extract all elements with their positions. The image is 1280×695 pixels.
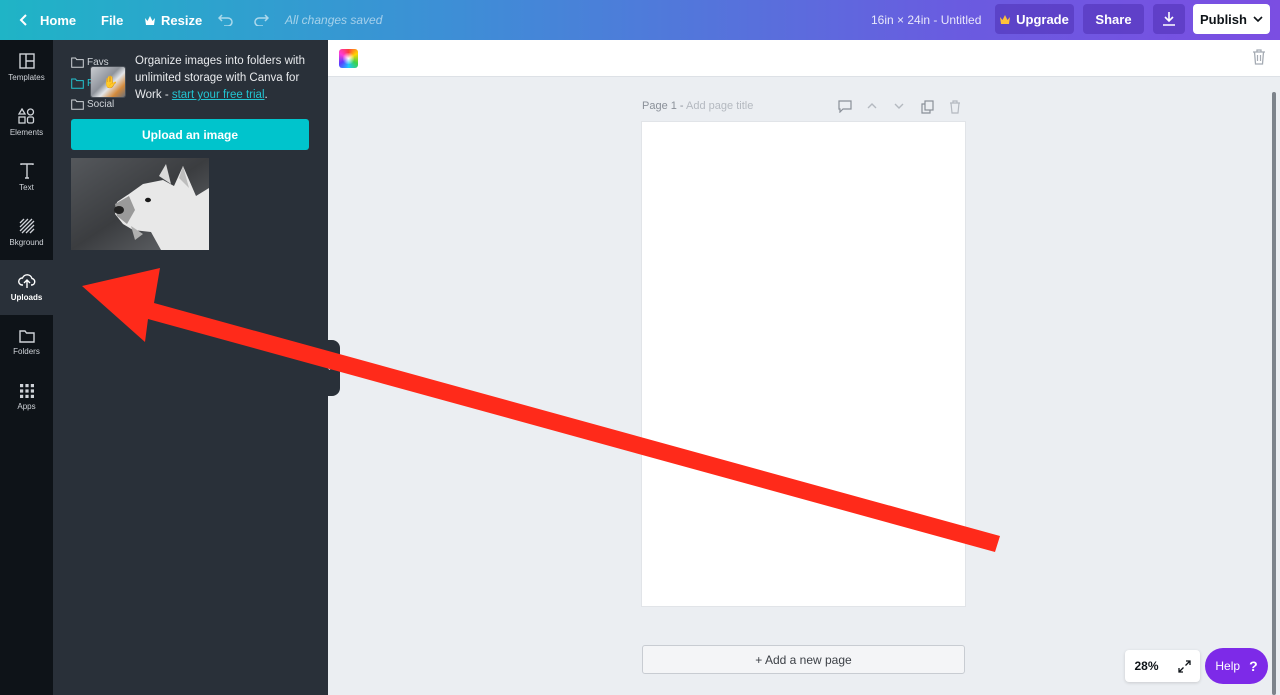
undo-icon [218,14,233,26]
folder-icon [18,330,35,343]
collapse-panel-button[interactable]: ‹ [318,340,340,396]
file-label: File [101,12,124,28]
rail-item-templates[interactable]: Templates [0,40,53,95]
download-icon [1163,12,1175,26]
elements-icon [18,108,35,124]
file-menu[interactable]: File [101,0,123,40]
promo-end: . [264,89,268,101]
rail-item-background[interactable]: Bkground [0,205,53,260]
dragged-image-thumbnail[interactable]: ✋ [91,67,125,97]
help-button[interactable]: Help ? [1205,648,1268,684]
rail-label-uploads: Uploads [10,293,43,302]
page-title-input[interactable]: Add page title [686,100,753,112]
publish-button[interactable]: Publish [1193,4,1270,34]
rail-label-folders: Folders [13,347,40,356]
help-label: Help [1215,659,1241,673]
rail-item-uploads[interactable]: Uploads [0,260,53,315]
rail-label-apps: Apps [17,402,36,411]
folder-icon [71,99,84,110]
upgrade-label: Upgrade [1016,11,1069,27]
apps-grid-icon [19,384,34,398]
rail-item-elements[interactable]: Elements [0,95,53,150]
text-icon [19,163,34,179]
resize-label: Resize [161,12,203,28]
upload-cloud-icon [17,274,35,288]
rail-label-templates: Templates [8,73,45,82]
home-label: Home [40,12,77,28]
question-mark-icon: ? [1249,658,1258,674]
rail-item-text[interactable]: Text [0,150,53,205]
crown-icon [145,15,155,25]
folder-icon [71,78,84,89]
color-picker-button[interactable] [339,49,358,68]
redo-button[interactable] [253,0,269,40]
resize-button[interactable]: Resize [145,0,202,40]
free-trial-link[interactable]: start your free trial [172,89,265,101]
rail-label-elements: Elements [9,128,44,137]
duplicate-page-icon[interactable] [921,100,934,114]
upgrade-button[interactable]: Upgrade [995,4,1074,34]
templates-icon [18,53,35,69]
zoom-control[interactable]: 28% [1125,650,1200,682]
redo-icon [254,14,269,26]
crown-icon [1000,14,1011,24]
page-number-label: Page 1 - [642,100,687,112]
comment-icon[interactable] [838,100,852,113]
side-rail: Templates Elements Text Bkground Uploads… [0,40,53,695]
download-button[interactable] [1153,4,1185,34]
grab-hand-icon: ✋ [103,75,118,89]
top-bar: Home File Resize All changes saved 16in … [0,0,1280,40]
rail-label-text: Text [19,183,34,192]
folder-icon [71,57,84,68]
share-label: Share [1095,11,1132,27]
rail-label-background: Bkground [9,238,44,247]
move-down-icon[interactable] [893,100,905,112]
chevron-left-icon: ‹ [327,362,331,374]
background-icon [19,218,34,234]
editor-toolbar [328,40,1280,77]
expand-icon[interactable] [1177,659,1191,673]
trash-icon[interactable] [1252,49,1266,65]
rail-item-folders[interactable]: Folders [0,315,53,370]
save-status: All changes saved [285,13,383,27]
chevron-down-icon [1253,15,1263,22]
dog-photo-image [71,158,209,250]
undo-button[interactable] [218,0,234,40]
uploaded-image-dog[interactable] [71,158,209,250]
add-new-page-button[interactable]: + Add a new page [642,645,965,674]
page-label: Page 1 - Add page title [642,100,753,112]
folder-item-social[interactable]: Social [71,94,114,115]
vertical-scrollbar[interactable] [1272,92,1276,695]
uploads-panel: Favs P Social ✋ Organize images into fol… [53,40,328,695]
document-title[interactable]: 16in × 24in - Untitled [871,0,981,40]
folders-promo: Organize images into folders with unlimi… [135,53,315,104]
share-button[interactable]: Share [1083,4,1144,34]
chevron-left-icon [19,14,27,26]
design-page[interactable] [642,122,965,606]
folder-label: Social [87,99,115,110]
move-up-icon[interactable] [866,100,878,112]
delete-page-icon[interactable] [949,100,961,114]
publish-label: Publish [1200,11,1247,27]
upload-image-button[interactable]: Upload an image [71,119,309,150]
rail-item-apps[interactable]: Apps [0,370,53,425]
home-button[interactable]: Home [18,0,76,40]
zoom-level[interactable]: 28% [1134,659,1158,673]
